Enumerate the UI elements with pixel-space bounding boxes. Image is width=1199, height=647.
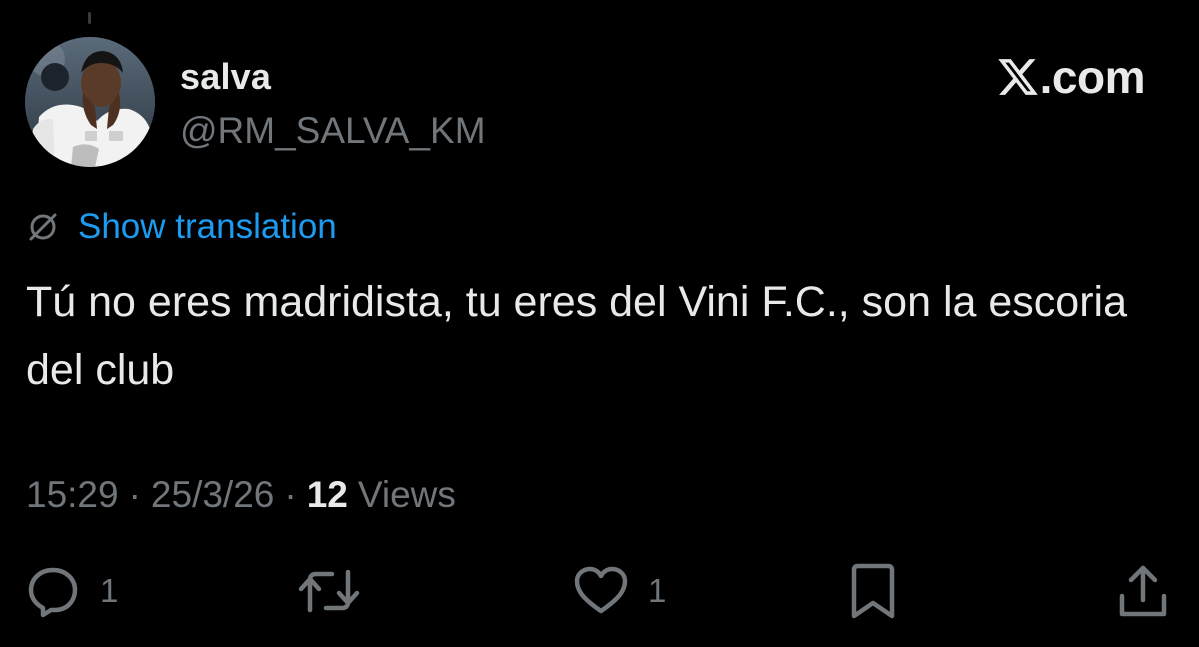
show-translation-link[interactable]: Show translation <box>26 207 337 247</box>
profile-photo <box>25 37 155 167</box>
avatar[interactable] <box>25 37 155 167</box>
brand-domain: .com <box>1039 51 1146 103</box>
like-count: 1 <box>648 572 667 609</box>
share-icon <box>1119 565 1167 617</box>
meta-separator: · <box>128 474 141 515</box>
x-brand-watermark: .com <box>996 50 1146 104</box>
meta-separator: · <box>284 474 297 515</box>
tweet-text: Tú no eres madridista, tu eres del Vini … <box>26 278 1127 394</box>
reply-count: 1 <box>100 572 119 609</box>
share-button[interactable] <box>1116 562 1170 620</box>
author-handle[interactable]: @RM_SALVA_KM <box>180 110 486 152</box>
author-display-name[interactable]: salva <box>180 56 271 98</box>
bookmark-button[interactable] <box>846 562 900 620</box>
repost-icon <box>298 569 360 613</box>
heart-icon <box>574 566 628 614</box>
reply-icon <box>28 567 78 618</box>
show-translation-label: Show translation <box>78 207 337 246</box>
reply-button[interactable]: 1 <box>24 562 118 620</box>
globe-icon <box>26 210 60 244</box>
repost-button[interactable] <box>298 562 360 620</box>
x-logo-icon <box>996 55 1040 99</box>
status-indicator <box>88 12 91 24</box>
bookmark-icon <box>851 563 895 619</box>
like-button[interactable]: 1 <box>572 562 666 620</box>
tweet-time[interactable]: 15:29 <box>26 474 119 516</box>
tweet-meta: 15:29 · 25/3/26 · 12 Views <box>26 474 456 516</box>
tweet-date[interactable]: 25/3/26 <box>151 474 274 516</box>
views-count[interactable]: 12 <box>307 474 348 516</box>
action-bar: 1 1 <box>0 562 1199 626</box>
views-label[interactable]: Views <box>358 474 456 516</box>
